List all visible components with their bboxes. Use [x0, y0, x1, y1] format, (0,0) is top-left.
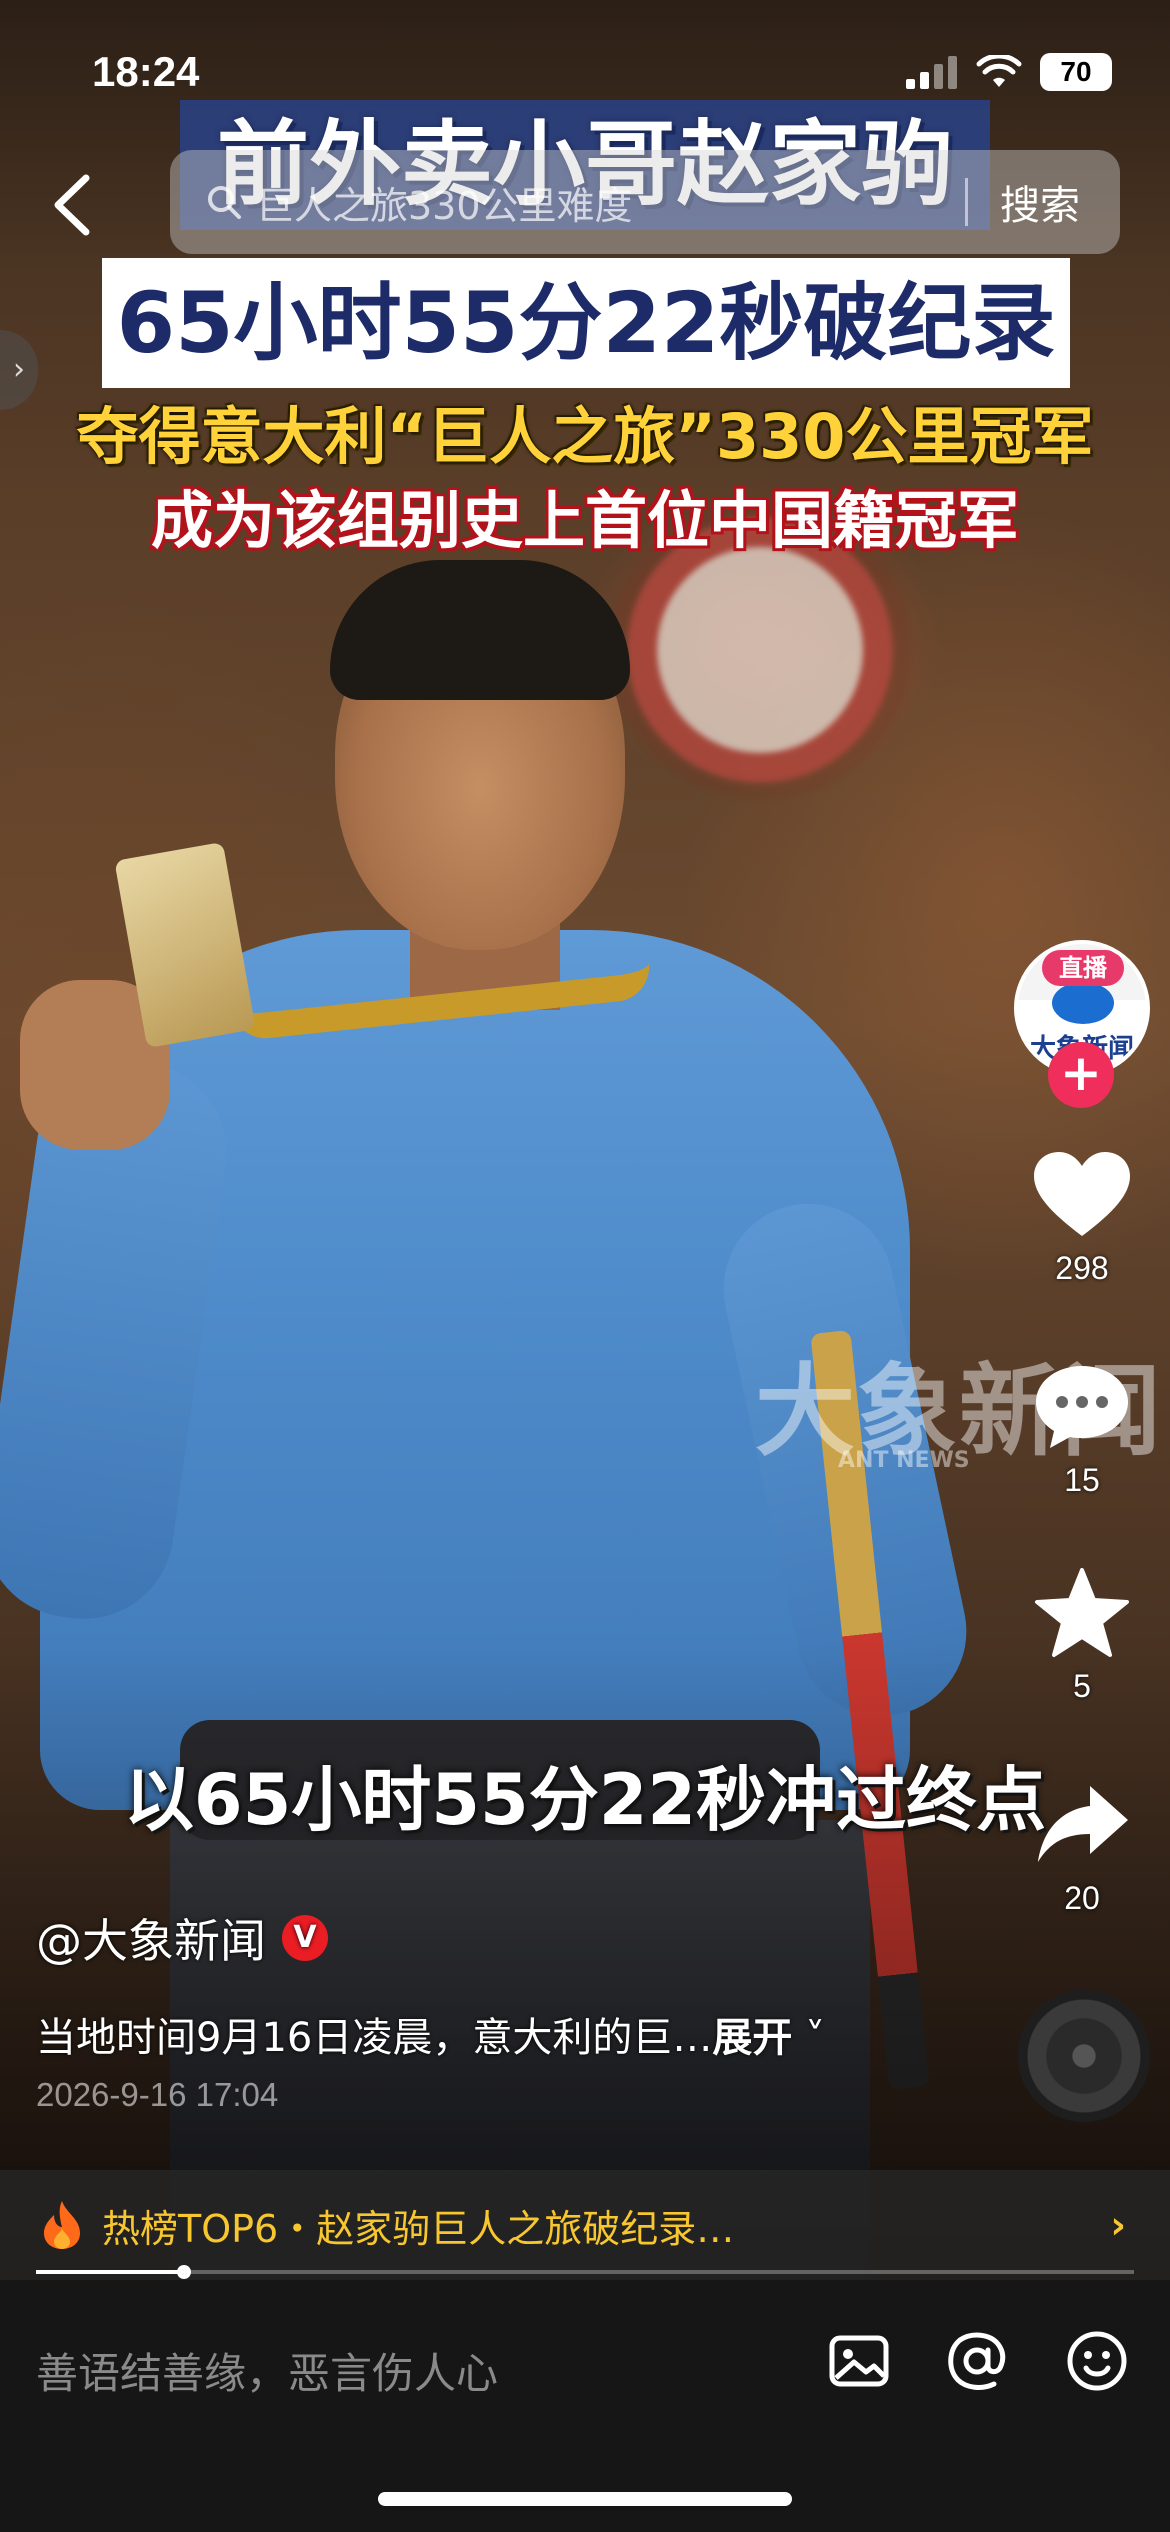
comment-button[interactable]: 15	[1020, 1362, 1144, 1499]
search-button[interactable]: 搜索	[1000, 173, 1080, 231]
search-icon	[208, 186, 241, 219]
progress-fill	[36, 2270, 185, 2274]
status-indicators: 70	[906, 52, 1112, 92]
hot-rank-text: 热榜TOP6・赵家驹巨人之旅破纪录…	[102, 2206, 735, 2251]
video-watermark-sub: ANT NEWS	[838, 1448, 970, 1473]
search-bar[interactable]: 巨人之旅330公里难度 搜索	[170, 150, 1120, 254]
comment-input[interactable]: 善语结善缘，恶言伤人心	[36, 2340, 498, 2401]
chevron-left-icon	[54, 174, 90, 236]
music-disc-icon[interactable]	[1018, 1990, 1150, 2122]
mention-icon[interactable]	[944, 2328, 1010, 2394]
share-count: 20	[1064, 1880, 1100, 1916]
chevron-down-icon: ˅	[792, 2015, 826, 2061]
heart-icon	[1034, 1152, 1130, 1236]
search-input[interactable]: 巨人之旅330公里难度	[256, 175, 965, 230]
like-button[interactable]: 298	[1020, 1150, 1144, 1287]
flame-icon	[44, 2201, 80, 2249]
comment-bar: 善语结善缘，恶言伤人心	[0, 2280, 1170, 2532]
expand-link[interactable]: 展开	[712, 2015, 792, 2061]
video-subtitle: 以65小时55分22秒冲过终点	[123, 1759, 1047, 1841]
star-icon	[1035, 1568, 1129, 1657]
signal-icon	[906, 56, 957, 89]
favorite-count: 5	[1073, 1668, 1091, 1704]
author-line[interactable]: @大象新闻 V	[36, 1905, 328, 1971]
verified-badge: V	[282, 1915, 328, 1961]
description-text: 当地时间9月16日凌晨，意大利的巨…	[36, 2015, 713, 2061]
comment-icon	[1036, 1366, 1128, 1448]
battery-indicator: 70	[1040, 53, 1112, 91]
post-timestamp: 2026-9-16 17:04	[36, 2076, 279, 2113]
avatar-logo-icon	[1052, 982, 1114, 1024]
status-time: 18:24	[92, 48, 200, 95]
hot-rank-bar[interactable]: 热榜TOP6・赵家驹巨人之旅破纪录… ›	[0, 2170, 1170, 2280]
favorite-button[interactable]: 5	[1020, 1568, 1144, 1705]
wifi-icon	[976, 55, 1022, 87]
share-arrow-icon	[1038, 1786, 1128, 1862]
image-icon[interactable]	[826, 2328, 892, 2394]
video-caption-line2: 65小时55分22秒破纪录	[102, 258, 1070, 388]
emoji-icon[interactable]	[1064, 2328, 1130, 2394]
post-description[interactable]: 当地时间9月16日凌晨，意大利的巨…展开 ˅	[36, 2005, 825, 2063]
live-badge: 直播	[1042, 950, 1124, 986]
chevron-right-icon: ›	[13, 352, 25, 387]
follow-button[interactable]: +	[1048, 1042, 1114, 1108]
search-divider	[965, 178, 968, 226]
hot-rank-arrow-icon: ›	[1110, 2203, 1126, 2247]
share-button[interactable]: 20	[1020, 1780, 1144, 1917]
back-button[interactable]	[44, 170, 104, 240]
like-count: 298	[1055, 1250, 1109, 1286]
video-caption-line3: 夺得意大利“巨人之旅”330公里冠军	[76, 400, 1094, 473]
author-name[interactable]: @大象新闻	[36, 1905, 266, 1971]
video-progress-bar[interactable]	[36, 2265, 1134, 2279]
home-indicator	[378, 2492, 792, 2506]
video-caption-line4: 成为该组别史上首位中国籍冠军	[150, 484, 1019, 557]
comment-count: 15	[1064, 1462, 1100, 1498]
